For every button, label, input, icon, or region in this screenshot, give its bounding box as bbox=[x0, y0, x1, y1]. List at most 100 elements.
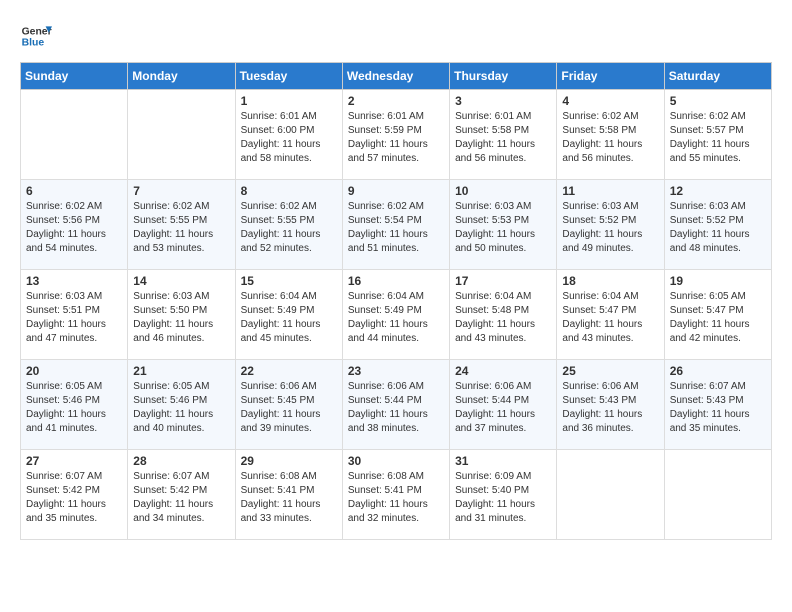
logo: General Blue bbox=[20, 20, 52, 52]
calendar-cell bbox=[557, 450, 664, 540]
day-info: Sunrise: 6:04 AM Sunset: 5:48 PM Dayligh… bbox=[455, 290, 551, 346]
calendar-cell: 18Sunrise: 6:04 AM Sunset: 5:47 PM Dayli… bbox=[557, 270, 664, 360]
day-number: 14 bbox=[133, 274, 229, 288]
day-info: Sunrise: 6:05 AM Sunset: 5:46 PM Dayligh… bbox=[133, 380, 229, 436]
day-number: 11 bbox=[562, 184, 658, 198]
calendar-cell: 2Sunrise: 6:01 AM Sunset: 5:59 PM Daylig… bbox=[342, 90, 449, 180]
day-number: 19 bbox=[670, 274, 766, 288]
day-info: Sunrise: 6:06 AM Sunset: 5:44 PM Dayligh… bbox=[348, 380, 444, 436]
calendar-cell bbox=[664, 450, 771, 540]
calendar-cell: 4Sunrise: 6:02 AM Sunset: 5:58 PM Daylig… bbox=[557, 90, 664, 180]
day-number: 20 bbox=[26, 364, 122, 378]
calendar-cell bbox=[21, 90, 128, 180]
day-info: Sunrise: 6:01 AM Sunset: 5:59 PM Dayligh… bbox=[348, 110, 444, 166]
calendar-cell: 11 Sunrise: 6:03 AM Sunset: 5:52 PM Dayli… bbox=[557, 180, 664, 270]
day-info: Sunrise: 6:03 AM Sunset: 5:53 PM Dayligh… bbox=[455, 200, 551, 256]
calendar-cell: 3 Sunrise: 6:01 AM Sunset: 5:58 PM Daylig… bbox=[450, 90, 557, 180]
day-number: 1 bbox=[241, 94, 337, 108]
calendar-cell: 25Sunrise: 6:06 AM Sunset: 5:43 PM Dayli… bbox=[557, 360, 664, 450]
day-number: 27 bbox=[26, 454, 122, 468]
day-number: 8 bbox=[241, 184, 337, 198]
day-number: 5 bbox=[670, 94, 766, 108]
day-info: Sunrise: 6:03 AM Sunset: 5:52 PM Dayligh… bbox=[562, 200, 658, 256]
calendar-cell: 19 Sunrise: 6:05 AM Sunset: 5:47 PM Dayli… bbox=[664, 270, 771, 360]
calendar-cell: 24 Sunrise: 6:06 AM Sunset: 5:44 PM Dayli… bbox=[450, 360, 557, 450]
day-number: 21 bbox=[133, 364, 229, 378]
calendar-cell: 17 Sunrise: 6:04 AM Sunset: 5:48 PM Dayli… bbox=[450, 270, 557, 360]
weekday-header: Tuesday bbox=[235, 63, 342, 90]
calendar-cell: 26 Sunrise: 6:07 AM Sunset: 5:43 PM Dayli… bbox=[664, 360, 771, 450]
day-info: Sunrise: 6:02 AM Sunset: 5:54 PM Dayligh… bbox=[348, 200, 444, 256]
calendar-cell: 12 Sunrise: 6:03 AM Sunset: 5:52 PM Dayli… bbox=[664, 180, 771, 270]
day-number: 10 bbox=[455, 184, 551, 198]
weekday-header: Wednesday bbox=[342, 63, 449, 90]
day-info: Sunrise: 6:07 AM Sunset: 5:42 PM Dayligh… bbox=[26, 470, 122, 526]
day-info: Sunrise: 6:05 AM Sunset: 5:47 PM Dayligh… bbox=[670, 290, 766, 346]
day-info: Sunrise: 6:02 AM Sunset: 5:55 PM Dayligh… bbox=[133, 200, 229, 256]
day-info: Sunrise: 6:06 AM Sunset: 5:44 PM Dayligh… bbox=[455, 380, 551, 436]
day-number: 12 bbox=[670, 184, 766, 198]
day-number: 26 bbox=[670, 364, 766, 378]
day-number: 7 bbox=[133, 184, 229, 198]
day-number: 23 bbox=[348, 364, 444, 378]
day-number: 24 bbox=[455, 364, 551, 378]
day-number: 17 bbox=[455, 274, 551, 288]
day-info: Sunrise: 6:03 AM Sunset: 5:50 PM Dayligh… bbox=[133, 290, 229, 346]
day-info: Sunrise: 6:01 AM Sunset: 6:00 PM Dayligh… bbox=[241, 110, 337, 166]
day-number: 6 bbox=[26, 184, 122, 198]
day-number: 16 bbox=[348, 274, 444, 288]
calendar-cell: 14 Sunrise: 6:03 AM Sunset: 5:50 PM Dayli… bbox=[128, 270, 235, 360]
calendar-cell: 31 Sunrise: 6:09 AM Sunset: 5:40 PM Dayli… bbox=[450, 450, 557, 540]
day-info: Sunrise: 6:04 AM Sunset: 5:47 PM Dayligh… bbox=[562, 290, 658, 346]
calendar-table: SundayMondayTuesdayWednesdayThursdayFrid… bbox=[20, 62, 772, 540]
calendar-cell bbox=[128, 90, 235, 180]
day-number: 25 bbox=[562, 364, 658, 378]
calendar-body: 1 Sunrise: 6:01 AM Sunset: 6:00 PM Daylig… bbox=[21, 90, 772, 540]
day-info: Sunrise: 6:08 AM Sunset: 5:41 PM Dayligh… bbox=[241, 470, 337, 526]
day-number: 3 bbox=[455, 94, 551, 108]
calendar-cell: 27 Sunrise: 6:07 AM Sunset: 5:42 PM Dayli… bbox=[21, 450, 128, 540]
day-info: Sunrise: 6:07 AM Sunset: 5:42 PM Dayligh… bbox=[133, 470, 229, 526]
calendar-cell: 5 Sunrise: 6:02 AM Sunset: 5:57 PM Daylig… bbox=[664, 90, 771, 180]
day-info: Sunrise: 6:05 AM Sunset: 5:46 PM Dayligh… bbox=[26, 380, 122, 436]
calendar-cell: 21 Sunrise: 6:05 AM Sunset: 5:46 PM Dayli… bbox=[128, 360, 235, 450]
day-number: 15 bbox=[241, 274, 337, 288]
calendar-cell: 28 Sunrise: 6:07 AM Sunset: 5:42 PM Dayli… bbox=[128, 450, 235, 540]
day-info: Sunrise: 6:08 AM Sunset: 5:41 PM Dayligh… bbox=[348, 470, 444, 526]
weekday-header: Sunday bbox=[21, 63, 128, 90]
day-number: 31 bbox=[455, 454, 551, 468]
calendar-cell: 9 Sunrise: 6:02 AM Sunset: 5:54 PM Daylig… bbox=[342, 180, 449, 270]
day-number: 13 bbox=[26, 274, 122, 288]
calendar-header: SundayMondayTuesdayWednesdayThursdayFrid… bbox=[21, 63, 772, 90]
day-info: Sunrise: 6:02 AM Sunset: 5:57 PM Dayligh… bbox=[670, 110, 766, 166]
day-info: Sunrise: 6:04 AM Sunset: 5:49 PM Dayligh… bbox=[241, 290, 337, 346]
day-number: 4 bbox=[562, 94, 658, 108]
calendar-cell: 16 Sunrise: 6:04 AM Sunset: 5:49 PM Dayli… bbox=[342, 270, 449, 360]
day-number: 28 bbox=[133, 454, 229, 468]
calendar-cell: 30 Sunrise: 6:08 AM Sunset: 5:41 PM Dayli… bbox=[342, 450, 449, 540]
logo-icon: General Blue bbox=[20, 20, 52, 52]
day-info: Sunrise: 6:03 AM Sunset: 5:52 PM Dayligh… bbox=[670, 200, 766, 256]
day-number: 30 bbox=[348, 454, 444, 468]
weekday-header: Friday bbox=[557, 63, 664, 90]
weekday-header: Monday bbox=[128, 63, 235, 90]
calendar-cell: 22Sunrise: 6:06 AM Sunset: 5:45 PM Dayli… bbox=[235, 360, 342, 450]
day-info: Sunrise: 6:07 AM Sunset: 5:43 PM Dayligh… bbox=[670, 380, 766, 436]
day-number: 9 bbox=[348, 184, 444, 198]
day-info: Sunrise: 6:09 AM Sunset: 5:40 PM Dayligh… bbox=[455, 470, 551, 526]
weekday-header: Saturday bbox=[664, 63, 771, 90]
day-info: Sunrise: 6:04 AM Sunset: 5:49 PM Dayligh… bbox=[348, 290, 444, 346]
calendar-cell: 13 Sunrise: 6:03 AM Sunset: 5:51 PM Dayli… bbox=[21, 270, 128, 360]
day-info: Sunrise: 6:02 AM Sunset: 5:55 PM Dayligh… bbox=[241, 200, 337, 256]
day-info: Sunrise: 6:01 AM Sunset: 5:58 PM Dayligh… bbox=[455, 110, 551, 166]
page-header: General Blue bbox=[20, 20, 772, 52]
calendar-cell: 29 Sunrise: 6:08 AM Sunset: 5:41 PM Dayli… bbox=[235, 450, 342, 540]
day-info: Sunrise: 6:02 AM Sunset: 5:56 PM Dayligh… bbox=[26, 200, 122, 256]
calendar-cell: 23 Sunrise: 6:06 AM Sunset: 5:44 PM Dayli… bbox=[342, 360, 449, 450]
svg-text:Blue: Blue bbox=[22, 38, 45, 49]
day-number: 29 bbox=[241, 454, 337, 468]
calendar-cell: 10 Sunrise: 6:03 AM Sunset: 5:53 PM Dayli… bbox=[450, 180, 557, 270]
calendar-cell: 1 Sunrise: 6:01 AM Sunset: 6:00 PM Daylig… bbox=[235, 90, 342, 180]
calendar-cell: 20 Sunrise: 6:05 AM Sunset: 5:46 PM Dayli… bbox=[21, 360, 128, 450]
day-info: Sunrise: 6:03 AM Sunset: 5:51 PM Dayligh… bbox=[26, 290, 122, 346]
